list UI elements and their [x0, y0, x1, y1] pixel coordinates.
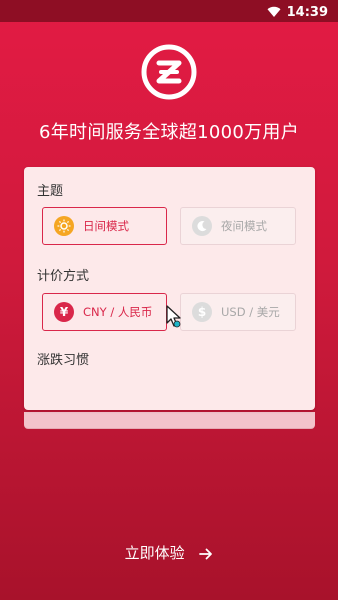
day-mode-label: 日间模式	[83, 219, 129, 233]
tagline: 6年时间服务全球超1000万用户	[38, 122, 300, 143]
moon-icon	[192, 216, 212, 236]
pricing-section-title: 计价方式	[37, 269, 90, 284]
mouse-cursor-icon	[165, 305, 183, 329]
cny-label: CNY / 人民币	[83, 305, 153, 319]
night-mode-label: 夜间模式	[221, 219, 267, 233]
usd-label: USD / 美元	[221, 305, 280, 319]
theme-section-title: 主题	[37, 184, 64, 199]
zb-logo-icon	[141, 44, 197, 100]
start-now-label: 立即体验	[124, 544, 185, 562]
start-now-button[interactable]: 立即体验	[0, 542, 338, 563]
status-bar: 14:39	[0, 0, 338, 22]
day-mode-option[interactable]: 日间模式	[42, 207, 167, 245]
settings-card: 主题 日间模式 夜间模式 计价方式 ¥ CNY / 人民币 $ USD / 美元…	[24, 167, 315, 410]
habit-section-title: 涨跌习惯	[37, 353, 90, 368]
dollar-icon: $	[192, 302, 212, 322]
usd-option[interactable]: $ USD / 美元	[180, 293, 296, 331]
arrow-right-icon	[199, 544, 213, 562]
cny-option[interactable]: ¥ CNY / 人民币	[42, 293, 167, 331]
card-shadow-front	[24, 412, 315, 428]
wifi-icon	[267, 3, 281, 22]
yen-icon: ¥	[54, 302, 74, 322]
night-mode-option[interactable]: 夜间模式	[180, 207, 296, 245]
sun-icon	[54, 216, 74, 236]
status-time: 14:39	[286, 5, 328, 20]
